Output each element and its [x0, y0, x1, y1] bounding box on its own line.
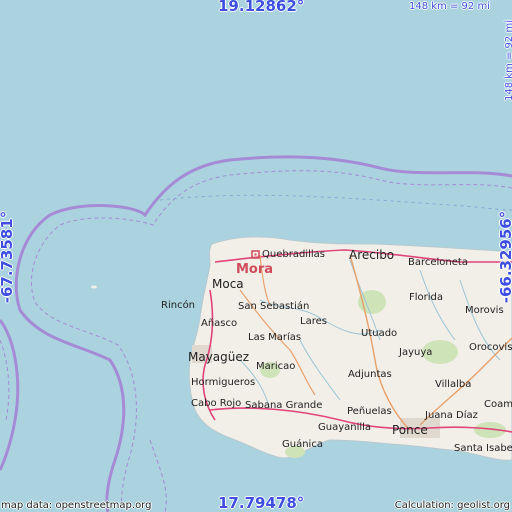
west-longitude-label: -67.73581°	[0, 210, 17, 304]
place-label: Quebradillas	[262, 249, 325, 260]
place-label: Florida	[409, 292, 443, 303]
east-longitude-label: -66.32956°	[497, 210, 512, 304]
place-label: Adjuntas	[348, 369, 392, 380]
place-label: Juana Díaz	[424, 409, 478, 421]
calculation-credit[interactable]: Calculation: geolist.org	[395, 500, 510, 511]
place-label: Utuado	[361, 328, 397, 339]
place-label: Maricao	[256, 361, 295, 372]
map-data-credit[interactable]: map data: openstreetmap.org	[1, 500, 151, 511]
place-label: Lares	[300, 316, 327, 327]
marker-label: Mora	[236, 262, 273, 277]
place-label: Rincón	[161, 299, 195, 311]
place-label: Hormigueros	[191, 377, 255, 388]
vertical-scale-label: 148 km = 92 mi	[503, 20, 512, 101]
place-label: Ponce	[392, 423, 428, 437]
horizontal-scale-label: 148 km = 92 mi	[409, 1, 490, 12]
place-label: Peñuelas	[347, 406, 392, 417]
place-label: Moca	[212, 277, 244, 291]
place-label: Barceloneta	[408, 257, 468, 268]
islet	[91, 285, 97, 289]
place-label: Morovis	[465, 305, 504, 316]
place-label: Las Marías	[248, 331, 301, 343]
location-marker-center	[254, 253, 257, 256]
map-canvas[interactable]: Quebradillas Mora Arecibo Barceloneta Mo…	[0, 0, 512, 512]
place-label: Jayuya	[398, 347, 432, 358]
north-latitude-label: 19.12862°	[218, 0, 305, 15]
place-label: Arecibo	[349, 248, 394, 262]
place-label: Orocovis	[469, 342, 512, 353]
place-label: Villalba	[435, 379, 471, 390]
place-label: San Sebastián	[238, 300, 309, 312]
place-label: Añasco	[201, 318, 237, 329]
place-label: Coam	[484, 399, 512, 410]
place-label: Cabo Rojo	[191, 398, 241, 409]
south-latitude-label: 17.79478°	[218, 494, 305, 512]
place-label: Guayanilla	[318, 422, 371, 433]
place-label: Guánica	[282, 438, 323, 450]
place-label: Sabana Grande	[245, 400, 322, 411]
place-label: Mayagüez	[188, 350, 249, 364]
place-label: Santa Isabel	[454, 443, 512, 454]
